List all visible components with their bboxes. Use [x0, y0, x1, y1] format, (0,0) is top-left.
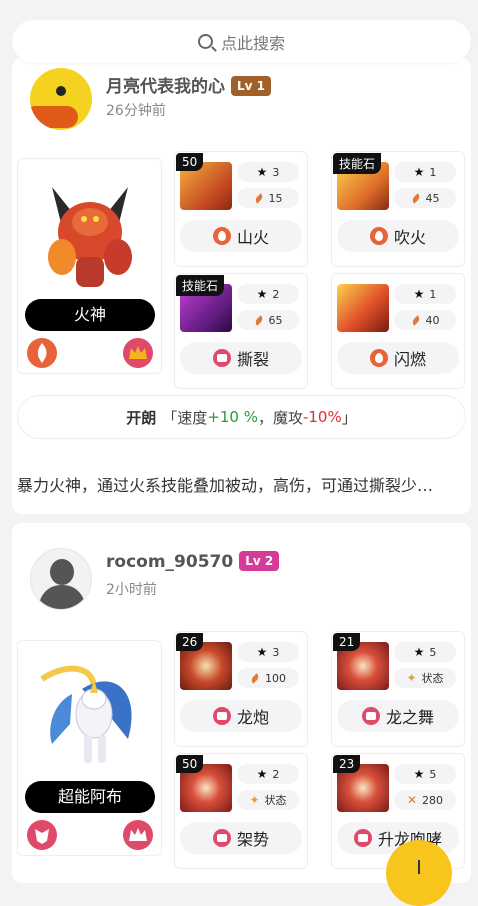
skill-power: 100	[237, 668, 299, 688]
skill-power: 45	[394, 188, 456, 208]
monster-image	[40, 665, 132, 763]
star-icon: ★	[413, 767, 425, 781]
post-time: 2小时前	[106, 582, 157, 598]
search-placeholder: 点此搜索	[220, 33, 285, 53]
post-description: 暴力火神，通过火系技能叠加被动，高伤，可通过撕裂少…	[17, 476, 434, 495]
skill-power: 15	[237, 188, 299, 208]
skill-tag: 50	[176, 153, 204, 171]
skill-tag: 26	[176, 633, 204, 651]
skill-tag: 23	[333, 755, 361, 773]
username: 月亮代表我的心	[106, 77, 225, 97]
nature-name: 开朗	[126, 408, 157, 427]
crown-icon	[123, 820, 153, 850]
skill-stars: ★ 1	[394, 162, 456, 182]
star-icon: ★	[413, 165, 425, 179]
skill-stars: ★ 5	[394, 642, 456, 662]
fire-icon	[369, 349, 388, 367]
star-icon: ★	[413, 287, 425, 301]
leaf-icon	[253, 314, 264, 326]
skill-tag: 技能石	[176, 275, 225, 296]
skill-name-pill[interactable]: 龙炮	[180, 700, 302, 732]
fire-icon	[369, 227, 388, 245]
skill-card[interactable]: 技能石 ★ 2 65 撕裂	[174, 273, 308, 389]
post-card[interactable]: 月亮代表我的心 Lv 1 26分钟前 火神 50 ★ 3 15 山火 技能石 ★…	[12, 58, 471, 514]
star-icon: ★	[256, 165, 268, 179]
monster-name: 火神	[25, 299, 155, 331]
star-icon: ★	[256, 645, 268, 659]
post-time: 26分钟前	[106, 103, 166, 119]
skill-power: ✦ 状态	[394, 668, 456, 688]
skill-card[interactable]: 50 ★ 3 15 山火	[174, 151, 308, 267]
skill-name-pill[interactable]: 闪燃	[337, 342, 459, 374]
fighting-icon	[27, 820, 57, 850]
monster-card[interactable]: 火神	[17, 158, 162, 374]
fist-icon: ✕	[406, 793, 418, 807]
username: rocom_90570	[106, 552, 234, 572]
skill-card[interactable]: 26 ★ 3 100 龙炮	[174, 631, 308, 747]
avatar[interactable]	[30, 68, 92, 130]
skill-stars: ★ 1	[394, 284, 456, 304]
skill-card[interactable]: 50 ★ 2 ✦ 状态 架势	[174, 753, 308, 869]
fire-icon	[27, 338, 57, 368]
skill-tag: 21	[333, 633, 361, 651]
fighting-icon	[353, 829, 372, 847]
skill-power: ✕ 280	[394, 790, 456, 810]
skill-stars: ★ 2	[237, 764, 299, 784]
stat-up: +10 %	[207, 408, 258, 426]
leaf-icon	[410, 314, 421, 326]
skill-stars: ★ 2	[237, 284, 299, 304]
nature-bar: 开朗 「速度 +10 % ，魔攻 -10% 」	[17, 395, 466, 439]
avatar[interactable]	[30, 548, 92, 610]
star-icon: ★	[256, 767, 268, 781]
skill-card[interactable]: ★ 1 40 闪燃	[331, 273, 465, 389]
fire-icon	[212, 227, 231, 245]
monster-card[interactable]: 超能阿布	[17, 640, 162, 856]
star-icon: ★	[413, 645, 425, 659]
star-icon: ★	[256, 287, 268, 301]
skill-stars: ★ 3	[237, 162, 299, 182]
search-bar[interactable]: 点此搜索	[12, 20, 471, 63]
spark-icon: ✦	[406, 671, 417, 685]
leaf-icon	[410, 192, 421, 204]
level-badge: Lv 1	[231, 76, 271, 96]
crown-icon	[123, 338, 153, 368]
skill-tag: 50	[176, 755, 204, 773]
stat-down: -10%	[302, 408, 342, 426]
monster-name: 超能阿布	[25, 781, 155, 813]
skill-card[interactable]: 技能石 ★ 1 45 吹火	[331, 151, 465, 267]
post-card[interactable]: rocom_90570Lv 2 2小时前 超能阿布 26 ★3 100 龙炮	[12, 523, 471, 883]
skill-name-pill[interactable]: 撕裂	[180, 342, 302, 374]
fighting-icon	[212, 349, 231, 367]
skill-name-pill[interactable]: 龙之舞	[337, 700, 459, 732]
fighting-icon	[361, 707, 380, 725]
spark-icon: ✦	[249, 793, 260, 807]
level-badge: Lv 2	[239, 551, 280, 571]
skill-icon	[337, 284, 389, 332]
fighting-icon	[212, 829, 231, 847]
leaf-icon	[253, 192, 264, 204]
skill-stars: ★ 5	[394, 764, 456, 784]
skill-stars: ★ 3	[237, 642, 299, 662]
skill-power: ✦ 状态	[237, 790, 299, 810]
search-icon	[197, 34, 213, 49]
monster-image	[48, 187, 132, 287]
add-post-button[interactable]	[386, 840, 452, 906]
skill-card[interactable]: 21 ★ 5 ✦ 状态 龙之舞	[331, 631, 465, 747]
leaf-icon	[249, 672, 261, 684]
skill-name-pill[interactable]: 山火	[180, 220, 302, 252]
fighting-icon	[212, 707, 231, 725]
skill-power: 65	[237, 310, 299, 330]
skill-tag: 技能石	[333, 153, 382, 174]
skill-power: 40	[394, 310, 456, 330]
skill-name-pill[interactable]: 吹火	[337, 220, 459, 252]
skill-name-pill[interactable]: 架势	[180, 822, 302, 854]
